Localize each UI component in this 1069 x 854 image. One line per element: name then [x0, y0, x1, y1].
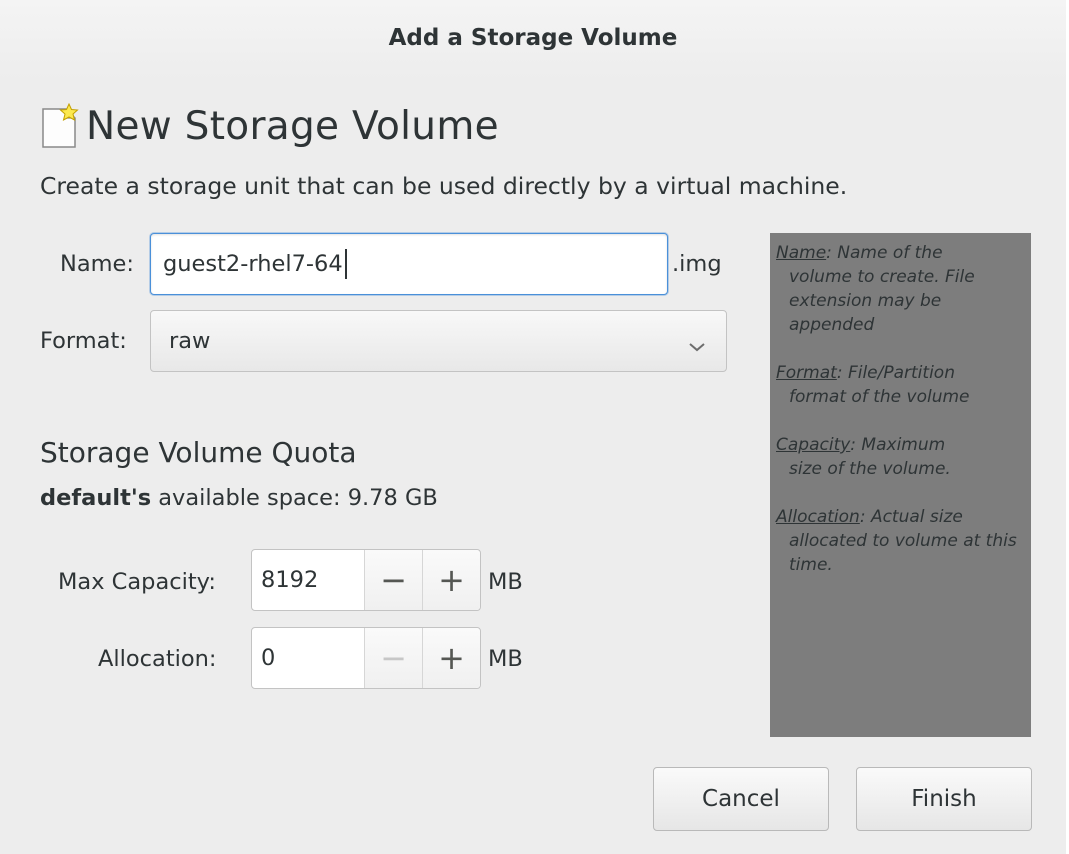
allocation-decrement-button[interactable]: −: [364, 628, 422, 688]
allocation-label: Allocation:: [98, 646, 217, 672]
help-entry-name: Name: Name of the volume to create. File…: [776, 241, 1031, 337]
dialog-titlebar[interactable]: Add a Storage Volume: [0, 0, 1066, 80]
page-subtitle: Create a storage unit that can be used d…: [40, 172, 848, 200]
help-text: : Name of the: [826, 243, 943, 263]
help-key: Name: [776, 243, 827, 263]
dialog-header: New Storage Volume: [40, 102, 499, 149]
help-entry-format: Format: File/Partition format of the vol…: [776, 361, 1031, 409]
help-key: Capacity: [776, 435, 851, 455]
cancel-button[interactable]: Cancel: [653, 767, 829, 831]
max-capacity-increment-button[interactable]: +: [422, 550, 480, 610]
format-select-value: raw: [169, 328, 211, 354]
max-capacity-spinner: 8192 − +: [251, 549, 481, 611]
max-capacity-unit: MB: [488, 569, 523, 595]
max-capacity-label: Max Capacity:: [58, 569, 216, 595]
quota-section-title: Storage Volume Quota: [40, 436, 357, 469]
help-body: format of the volume: [789, 387, 970, 407]
allocation-increment-button[interactable]: +: [422, 628, 480, 688]
chevron-down-icon: [688, 333, 706, 359]
text-caret: [344, 249, 347, 279]
max-capacity-decrement-button[interactable]: −: [364, 550, 422, 610]
help-body: volume to create. File extension may be …: [789, 267, 975, 335]
help-text: : Actual size: [859, 507, 963, 527]
format-select[interactable]: raw: [150, 310, 727, 372]
page-title: New Storage Volume: [86, 103, 499, 149]
dialog-title: Add a Storage Volume: [388, 25, 678, 51]
new-document-icon: [40, 102, 80, 149]
allocation-unit: MB: [488, 646, 523, 672]
finish-button[interactable]: Finish: [856, 767, 1032, 831]
allocation-spinner: 0 − +: [251, 627, 481, 689]
help-key: Allocation: [776, 507, 860, 527]
help-entry-capacity: Capacity: Maximum size of the volume.: [776, 433, 1031, 481]
help-text: : File/Partition: [836, 363, 955, 383]
help-panel: Name: Name of the volume to create. File…: [770, 233, 1031, 737]
help-key: Format: [776, 363, 837, 383]
name-label: Name:: [60, 251, 134, 277]
help-entry-allocation: Allocation: Actual size allocated to vol…: [776, 505, 1031, 577]
name-input-value: guest2-rhel7-64: [163, 251, 343, 277]
help-body: allocated to volume at this time.: [789, 531, 1017, 575]
help-body: size of the volume.: [789, 459, 951, 479]
add-storage-volume-dialog: Add a Storage Volume New Storage Volume …: [0, 0, 1069, 854]
format-label: Format:: [40, 328, 127, 354]
max-capacity-input[interactable]: 8192: [252, 550, 364, 610]
available-space: default's available space: 9.78 GB: [40, 485, 438, 511]
help-text: : Maximum: [850, 435, 946, 455]
name-suffix: .img: [672, 251, 722, 277]
name-input[interactable]: guest2-rhel7-64: [150, 233, 668, 295]
available-space-text: available space: 9.78 GB: [158, 485, 438, 511]
allocation-input[interactable]: 0: [252, 628, 364, 688]
pool-name: default's: [40, 485, 152, 511]
